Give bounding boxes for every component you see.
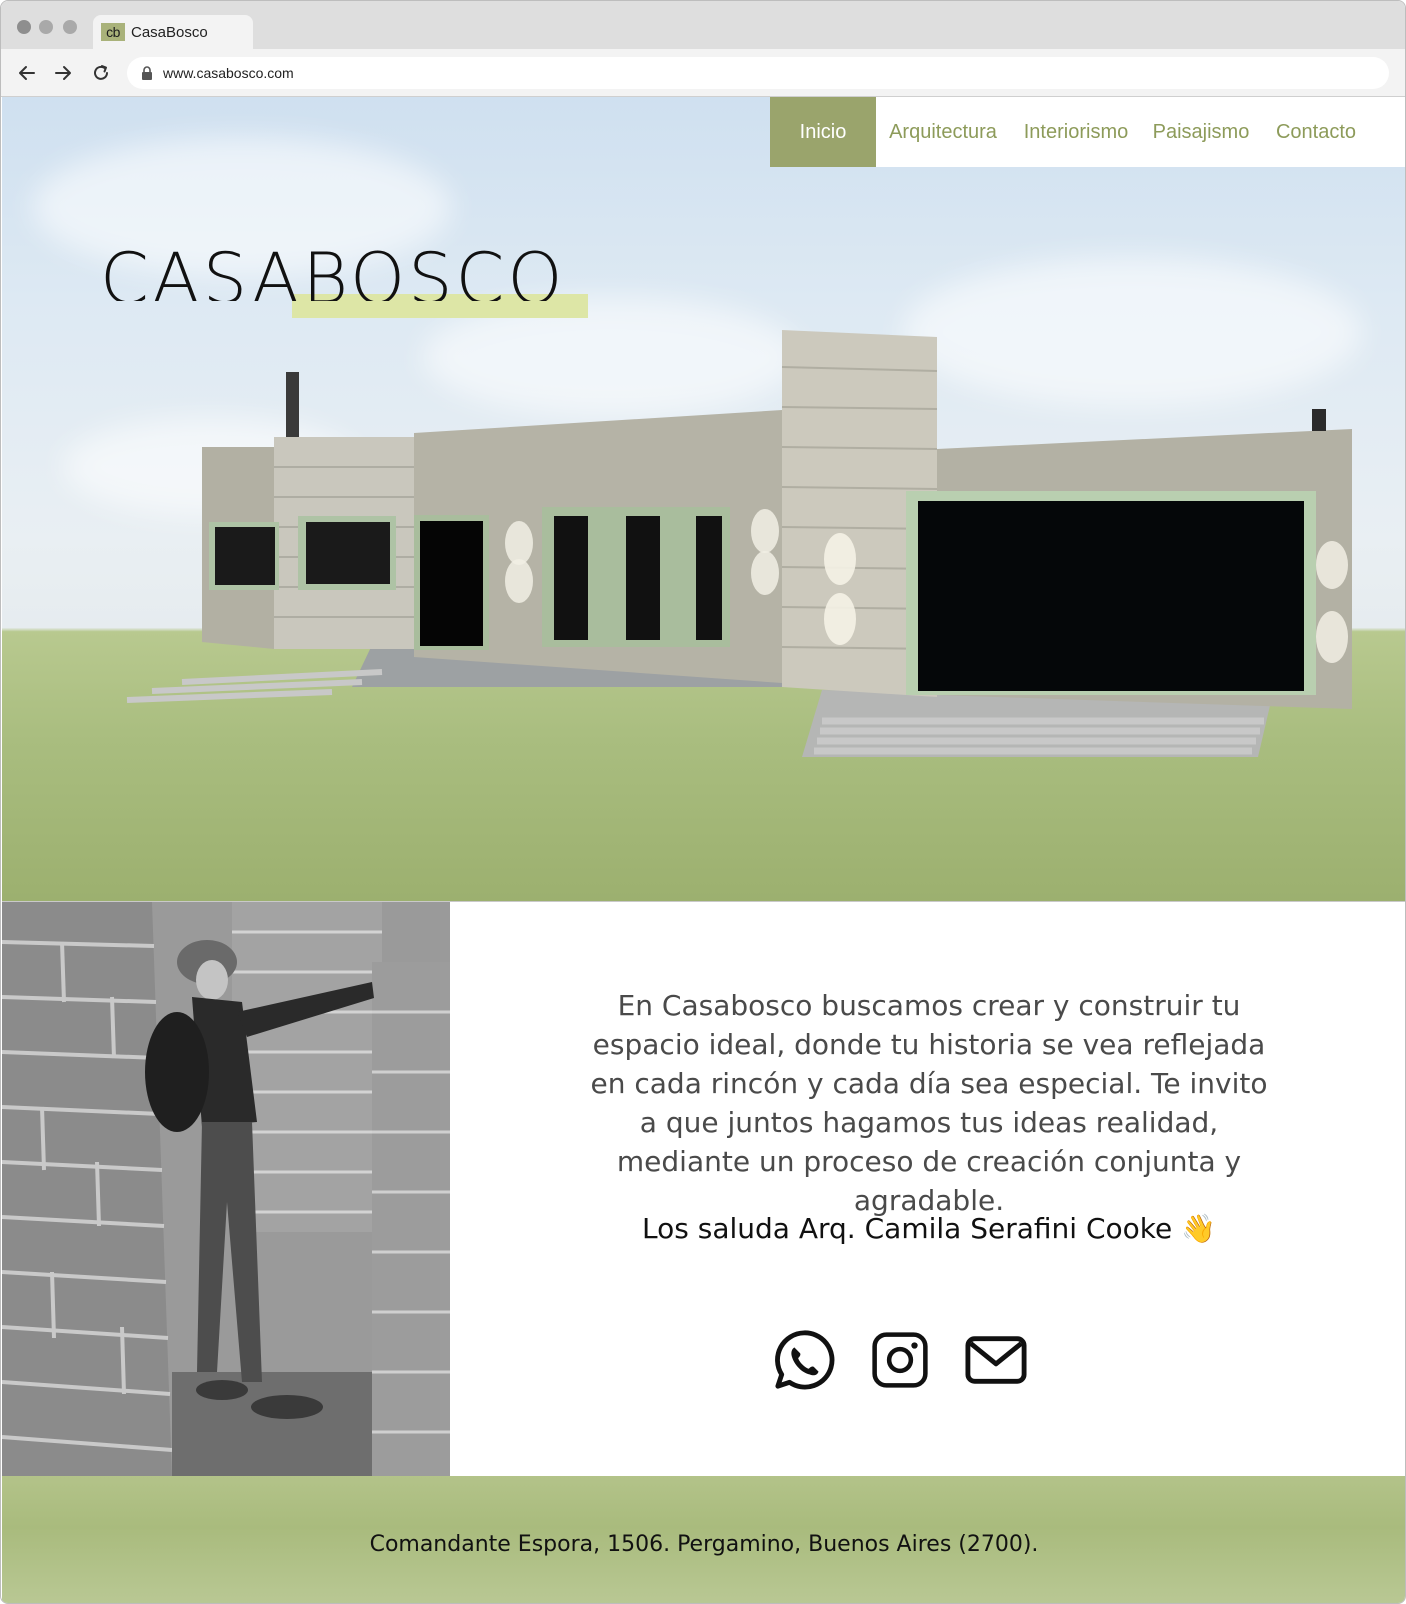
maximize-window-button[interactable] — [63, 20, 77, 34]
intro-text: En Casabosco buscamos crear y construir … — [590, 989, 1268, 1217]
whatsapp-icon — [775, 1330, 835, 1390]
back-button[interactable] — [13, 59, 41, 87]
casabosco-logo: CASABOSCO — [100, 239, 600, 349]
address-bar[interactable]: www.casabosco.com — [127, 57, 1389, 89]
arrow-left-icon — [19, 66, 35, 80]
nav-item-interiorismo[interactable]: Interiorismo — [1010, 97, 1142, 167]
browser-window: cb CasaBosco www.casabosco.com CASABOSCO… — [0, 0, 1406, 1604]
browser-tab[interactable]: cb CasaBosco — [93, 15, 253, 49]
nav-item-inicio[interactable]: Inicio — [770, 97, 876, 167]
web-page: CASABOSCO Inicio Arquitectura Interioris… — [2, 97, 1405, 1603]
favicon-icon: cb — [101, 23, 125, 41]
logo-wordmark: CASABOSCO — [100, 239, 566, 301]
hero-section: CASABOSCO Inicio Arquitectura Interioris… — [2, 97, 1405, 901]
intro-section: En Casabosco buscamos crear y construir … — [2, 901, 1405, 1477]
minimize-window-button[interactable] — [39, 20, 53, 34]
browser-toolbar: www.casabosco.com — [1, 49, 1405, 97]
architect-photo — [2, 902, 450, 1477]
architect-photo-image — [2, 902, 450, 1477]
reload-icon — [94, 65, 108, 80]
lock-icon — [142, 66, 152, 80]
main-nav: Inicio Arquitectura Interiorismo Paisaji… — [770, 97, 1405, 167]
house-render-image — [126, 330, 1352, 757]
arrow-right-icon — [55, 66, 71, 80]
footer: Comandante Espora, 1506. Pergamino, Buen… — [2, 1476, 1405, 1603]
nav-item-contacto[interactable]: Contacto — [1260, 97, 1372, 167]
url-text: www.casabosco.com — [163, 65, 294, 81]
greeting-text: Los saluda Arq. Camila Serafini Cooke 👋 — [642, 1212, 1216, 1245]
close-window-button[interactable] — [17, 20, 31, 34]
reload-button[interactable] — [87, 59, 115, 87]
footer-address: Comandante Espora, 1506. Pergamino, Buen… — [369, 1532, 1039, 1557]
instagram-icon — [872, 1332, 928, 1388]
nav-item-paisajismo[interactable]: Paisajismo — [1142, 97, 1260, 167]
instagram-link[interactable] — [868, 1328, 932, 1392]
social-links — [772, 1328, 1028, 1392]
forward-button[interactable] — [49, 59, 77, 87]
nav-item-arquitectura[interactable]: Arquitectura — [876, 97, 1010, 167]
email-link[interactable] — [964, 1328, 1028, 1392]
tab-title: CasaBosco — [131, 23, 208, 41]
tab-bar: cb CasaBosco — [1, 1, 1405, 49]
whatsapp-link[interactable] — [772, 1328, 836, 1392]
email-icon — [965, 1336, 1027, 1384]
